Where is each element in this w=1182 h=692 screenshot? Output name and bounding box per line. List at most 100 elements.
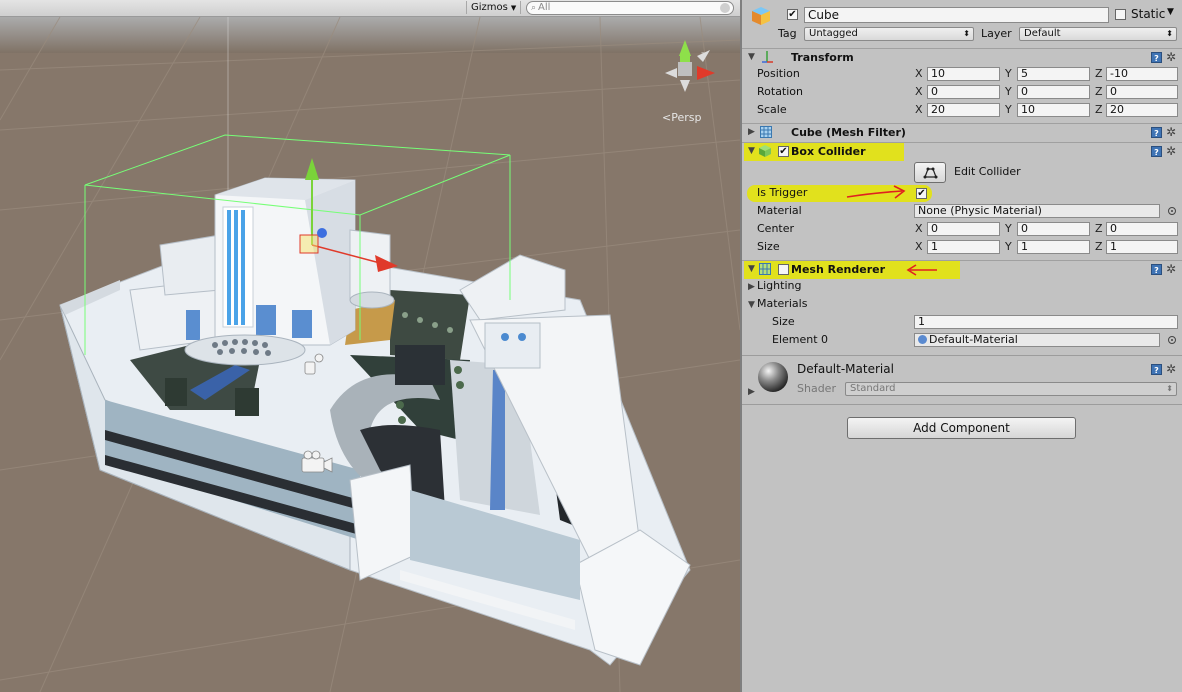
rotation-label: Rotation bbox=[757, 85, 804, 98]
chevron-down-icon[interactable]: ▼ bbox=[1167, 7, 1174, 17]
rotation-y-field[interactable]: 0 bbox=[1017, 85, 1090, 99]
size-z-field[interactable]: 1 bbox=[1106, 240, 1178, 254]
element0-label: Element 0 bbox=[772, 333, 829, 346]
section-divider bbox=[742, 404, 1182, 405]
search-clear-icon[interactable] bbox=[720, 3, 730, 13]
is-trigger-checkbox[interactable]: ✔ bbox=[916, 188, 927, 199]
tag-label: Tag bbox=[778, 27, 797, 40]
shader-dropdown[interactable]: Standard ⬍ bbox=[845, 382, 1177, 396]
foldout-expanded-icon[interactable]: ▼ bbox=[748, 264, 755, 274]
axis-z-label[interactable]: Z bbox=[1095, 103, 1103, 117]
axis-y-label[interactable]: Y bbox=[1005, 103, 1012, 117]
tag-value: Untagged bbox=[809, 28, 858, 39]
physic-material-field[interactable]: None (Physic Material) bbox=[914, 204, 1160, 218]
scene-view[interactable]: Gizmos ▼ ⌕ All z <Persp bbox=[0, 0, 740, 692]
axis-z-label[interactable]: Z bbox=[1095, 67, 1103, 81]
axis-x-label[interactable]: X bbox=[915, 85, 923, 99]
gear-icon[interactable]: ✲ bbox=[1166, 363, 1176, 375]
position-z-field[interactable]: -10 bbox=[1106, 67, 1178, 81]
foldout-expanded-icon[interactable]: ▼ bbox=[748, 52, 755, 62]
gear-icon[interactable]: ✲ bbox=[1166, 51, 1176, 63]
axis-x-label[interactable]: X bbox=[915, 240, 923, 254]
object-name-field[interactable]: Cube bbox=[804, 7, 1109, 23]
mesh-renderer-enabled-checkbox[interactable] bbox=[778, 264, 789, 275]
axis-y-label[interactable]: Y bbox=[1005, 240, 1012, 254]
axis-z-label[interactable]: Z bbox=[1095, 85, 1103, 99]
foldout-collapsed-icon[interactable]: ▶ bbox=[748, 282, 755, 292]
axis-y-label[interactable]: Y bbox=[1005, 67, 1012, 81]
foldout-expanded-icon[interactable]: ▼ bbox=[748, 146, 755, 156]
perspective-icon: < bbox=[662, 111, 672, 124]
cube-object-icon bbox=[751, 6, 771, 26]
position-x-field[interactable]: 10 bbox=[927, 67, 1000, 81]
object-picker-icon[interactable] bbox=[1168, 336, 1176, 344]
static-label: Static bbox=[1131, 7, 1166, 21]
size-x-field[interactable]: 1 bbox=[927, 240, 1000, 254]
scale-x-field[interactable]: 20 bbox=[927, 103, 1000, 117]
scale-label: Scale bbox=[757, 103, 787, 116]
rotation-x-field[interactable]: 0 bbox=[927, 85, 1000, 99]
gear-icon[interactable]: ✲ bbox=[1166, 263, 1176, 275]
element0-field[interactable]: Default-Material bbox=[914, 333, 1160, 347]
projection-label[interactable]: <Persp bbox=[662, 111, 701, 124]
tag-dropdown[interactable]: Untagged ⬍ bbox=[804, 27, 974, 41]
transform-header[interactable]: ▼ Transform ? ✲ bbox=[742, 48, 1182, 67]
box-collider-header[interactable]: ▼ ✔ Box Collider ? ✲ bbox=[742, 142, 1182, 161]
foldout-expanded-icon[interactable]: ▼ bbox=[748, 300, 755, 310]
static-checkbox[interactable] bbox=[1115, 9, 1126, 20]
axis-x-label[interactable]: X bbox=[915, 222, 923, 236]
projection-text: Persp bbox=[671, 111, 702, 124]
axis-y-label[interactable]: Y bbox=[1005, 222, 1012, 236]
gear-icon[interactable]: ✲ bbox=[1166, 145, 1176, 157]
box-collider-title: Box Collider bbox=[791, 145, 866, 158]
materials-size-field[interactable]: 1 bbox=[914, 315, 1178, 329]
help-icon[interactable]: ? bbox=[1151, 364, 1162, 375]
object-picker-icon[interactable] bbox=[1168, 207, 1176, 215]
layer-value: Default bbox=[1024, 28, 1061, 39]
gizmo-axis-z: z bbox=[701, 50, 705, 59]
materials-label[interactable]: Materials bbox=[757, 297, 807, 311]
foldout-collapsed-icon[interactable]: ▶ bbox=[748, 387, 755, 397]
axis-z-label[interactable]: Z bbox=[1095, 222, 1103, 236]
material-name: Default-Material bbox=[797, 362, 894, 376]
gizmos-dropdown[interactable]: Gizmos ▼ bbox=[466, 1, 522, 14]
scene-toolbar: Gizmos ▼ ⌕ All bbox=[0, 0, 740, 17]
materials-size-label: Size bbox=[772, 315, 795, 328]
lighting-label[interactable]: Lighting bbox=[757, 279, 801, 293]
mesh-filter-header[interactable]: ▶ Cube (Mesh Filter) ? ✲ bbox=[742, 123, 1182, 142]
object-active-checkbox[interactable]: ✔ bbox=[787, 9, 798, 20]
scene-canvas[interactable]: z bbox=[0, 17, 740, 692]
mesh-renderer-title: Mesh Renderer bbox=[791, 263, 886, 276]
axis-x-label[interactable]: X bbox=[915, 103, 923, 117]
help-icon[interactable]: ? bbox=[1151, 146, 1162, 157]
material-label: Material bbox=[757, 204, 802, 217]
add-component-button[interactable]: Add Component bbox=[847, 417, 1076, 439]
edit-collider-button[interactable] bbox=[914, 162, 946, 183]
foldout-collapsed-icon[interactable]: ▶ bbox=[748, 127, 755, 137]
center-z-field[interactable]: 0 bbox=[1106, 222, 1178, 236]
axis-z-label[interactable]: Z bbox=[1095, 240, 1103, 254]
center-y-field[interactable]: 0 bbox=[1017, 222, 1090, 236]
help-icon[interactable]: ? bbox=[1151, 264, 1162, 275]
axis-x-label[interactable]: X bbox=[915, 67, 923, 81]
help-icon[interactable]: ? bbox=[1151, 127, 1162, 138]
help-icon[interactable]: ? bbox=[1151, 52, 1162, 63]
size-y-field[interactable]: 1 bbox=[1017, 240, 1090, 254]
mesh-renderer-header[interactable]: ▼ Mesh Renderer ? ✲ bbox=[742, 260, 1182, 279]
scale-z-field[interactable]: 20 bbox=[1106, 103, 1178, 117]
mesh-renderer-icon bbox=[759, 263, 771, 275]
layer-dropdown[interactable]: Default ⬍ bbox=[1019, 27, 1177, 41]
box-collider-icon bbox=[759, 145, 771, 157]
position-y-field[interactable]: 5 bbox=[1017, 67, 1090, 81]
scale-y-field[interactable]: 10 bbox=[1017, 103, 1090, 117]
scene-search-input[interactable]: ⌕ All bbox=[526, 1, 734, 15]
mesh-filter-title: Cube (Mesh Filter) bbox=[791, 126, 906, 139]
box-collider-enabled-checkbox[interactable]: ✔ bbox=[778, 146, 789, 157]
layer-label: Layer bbox=[981, 27, 1012, 40]
center-x-field[interactable]: 0 bbox=[927, 222, 1000, 236]
transform-title: Transform bbox=[791, 51, 854, 64]
axis-y-label[interactable]: Y bbox=[1005, 85, 1012, 99]
gear-icon[interactable]: ✲ bbox=[1166, 126, 1176, 138]
rotation-z-field[interactable]: 0 bbox=[1106, 85, 1178, 99]
annotation-arrow-right bbox=[846, 185, 906, 199]
